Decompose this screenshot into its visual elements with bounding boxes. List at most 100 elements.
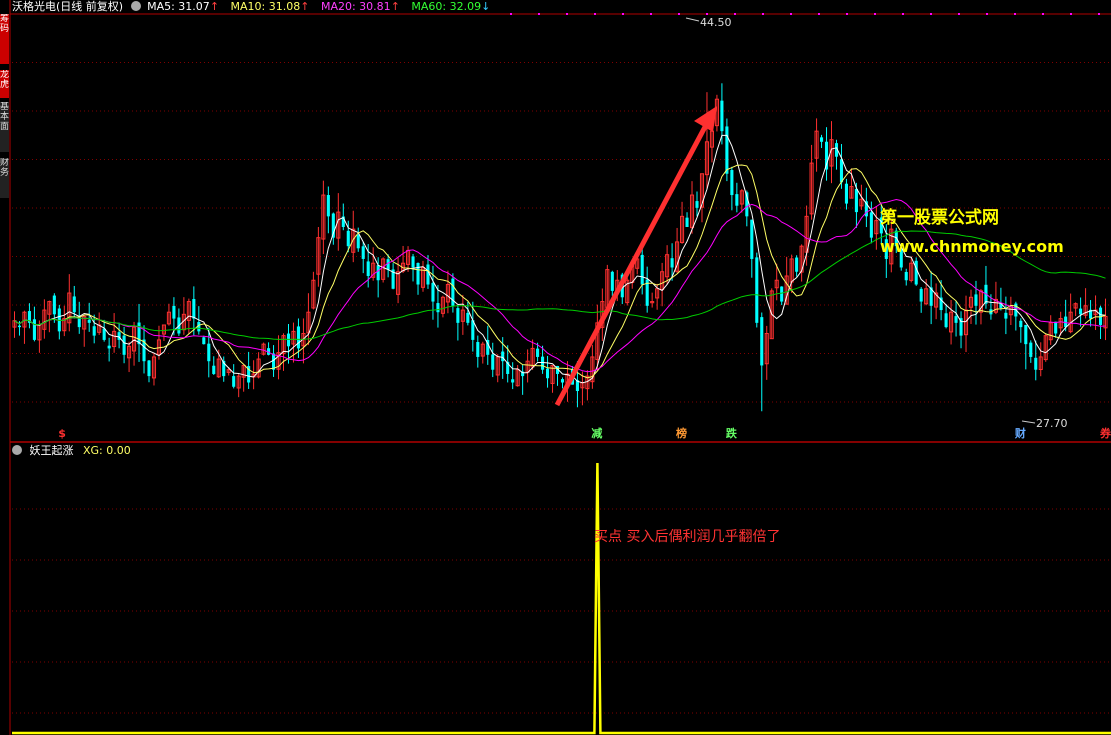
- candle-body-down: [346, 230, 350, 247]
- candle-body-down: [122, 335, 126, 355]
- high-pointer-line: [685, 17, 700, 22]
- top-marker-dot: [762, 13, 764, 15]
- candle-body-down: [476, 342, 480, 357]
- ma5-arrow-icon: ↑: [209, 0, 220, 13]
- ma60-value: MA60: 32.09: [411, 0, 482, 13]
- candle-body-down: [869, 212, 873, 238]
- top-marker-dot: [622, 13, 624, 15]
- event-marker[interactable]: $: [58, 427, 66, 440]
- candle-body-down: [944, 313, 948, 328]
- candle-body-down: [326, 195, 330, 217]
- candle-body-down: [286, 333, 291, 347]
- event-marker[interactable]: 券: [1100, 427, 1111, 440]
- event-marker[interactable]: 榜: [676, 427, 687, 440]
- candle-body-down: [820, 137, 824, 142]
- main-chart-header: 沃格光电(日线 前复权) MA5: 31.07↑ MA10: 31.08↑ MA…: [12, 0, 490, 14]
- ma20-arrow-icon: ↑: [390, 0, 400, 13]
- candle-body-down: [52, 295, 56, 315]
- candle-body-down: [750, 219, 754, 259]
- side-tab-fundamentals[interactable]: 基本面: [0, 102, 9, 152]
- candle-body-down: [1024, 324, 1028, 345]
- ma60-arrow-icon: ↓: [481, 0, 491, 13]
- candle-body-down: [356, 235, 360, 249]
- candle-body-down: [536, 348, 540, 357]
- candle-body-down: [640, 254, 644, 285]
- settings-icon[interactable]: [130, 1, 141, 11]
- candle-body-down: [212, 365, 216, 374]
- watermark-title: 第一股票公式网: [880, 208, 999, 228]
- top-marker-dot: [930, 13, 932, 15]
- candle-body-down: [1079, 308, 1083, 315]
- top-marker-dot: [510, 13, 512, 15]
- top-marker-dot: [566, 13, 568, 15]
- candle-body-down: [560, 379, 565, 383]
- candle-body-down: [1004, 312, 1008, 319]
- candle-body-down: [546, 368, 550, 379]
- candle-body-down: [466, 312, 470, 323]
- candle-body-down: [207, 343, 211, 362]
- buy-point-note: 买点 买入后偶利润几乎翻倍了: [594, 529, 781, 545]
- side-tab-dragon-tiger[interactable]: 龙虎: [0, 70, 9, 98]
- candle-body-down: [232, 376, 236, 387]
- candle-body-down: [87, 319, 91, 323]
- indicator-header: 妖王起涨 XG: 0.00: [12, 444, 131, 458]
- top-marker-dot: [790, 13, 792, 15]
- xg-signal-line: [12, 462, 1111, 735]
- candle-body-down: [102, 328, 106, 340]
- top-marker-dot: [734, 13, 736, 15]
- side-tab-chips[interactable]: 筹码: [0, 14, 9, 64]
- moving-average-lines: [14, 134, 1106, 384]
- candle-body-down: [730, 170, 734, 196]
- top-marker-dot: [1070, 13, 1072, 15]
- candle-body-down: [366, 261, 370, 276]
- ma10-line: [14, 164, 1106, 379]
- candle-body-down: [491, 354, 495, 370]
- candle-body-down: [755, 257, 759, 323]
- candle-body-down: [974, 294, 978, 306]
- top-marker-dot: [1042, 13, 1044, 15]
- candle-body-down: [904, 271, 908, 281]
- indicator-collapse-icon[interactable]: [12, 445, 22, 455]
- candle-body-down: [147, 360, 151, 377]
- candle-body-down: [72, 296, 76, 313]
- top-marker-dot: [538, 13, 540, 15]
- candle-body-down: [436, 303, 440, 313]
- candle-body-down: [426, 264, 430, 285]
- chart-stage: 沃格光电(日线 前复权) MA5: 31.07↑ MA10: 31.08↑ MA…: [0, 0, 1111, 735]
- top-marker-dot: [594, 13, 596, 15]
- event-marker[interactable]: 跌: [726, 427, 737, 440]
- candle-body-down: [192, 299, 196, 319]
- stock-title: 沃格光电(日线 前复权): [12, 0, 124, 13]
- candle-body-down: [17, 325, 22, 328]
- top-marker-dot: [846, 13, 848, 15]
- candle-body-down: [107, 345, 111, 349]
- low-pointer-line: [1021, 420, 1036, 424]
- watermark-url: www.chnmoney.com: [880, 237, 1064, 256]
- candle-body-down: [780, 286, 784, 302]
- candle-body-down: [376, 265, 380, 281]
- candle-body-down: [416, 262, 420, 285]
- candle-body-down: [1019, 320, 1023, 328]
- candle-body-down: [361, 246, 365, 259]
- indicator-xg-value: XG: 0.00: [83, 444, 131, 457]
- candle-body-down: [137, 322, 141, 345]
- candle-body-down: [725, 126, 729, 174]
- top-marker-dot: [818, 13, 820, 15]
- top-marker-dot: [986, 13, 988, 15]
- candle-body-down: [735, 194, 739, 206]
- side-tab-finance[interactable]: 财务: [0, 158, 9, 198]
- candle-body-down: [202, 337, 206, 345]
- candle-body-down: [272, 353, 276, 370]
- candle-body-down: [720, 100, 724, 132]
- indicator-title: 妖王起涨: [29, 444, 74, 457]
- low-price-label: 27.70: [1036, 417, 1068, 430]
- event-marker[interactable]: 财: [1015, 427, 1026, 440]
- candle-body-down: [501, 351, 505, 362]
- top-marker-dot: [1014, 13, 1016, 15]
- candle-body-down: [854, 188, 858, 213]
- top-marker-dot: [706, 13, 708, 15]
- kline-chart-svg[interactable]: [0, 0, 1111, 735]
- indicator-xg-line: [12, 462, 1111, 735]
- event-marker[interactable]: 减: [591, 427, 602, 440]
- candle-body-down: [411, 256, 415, 268]
